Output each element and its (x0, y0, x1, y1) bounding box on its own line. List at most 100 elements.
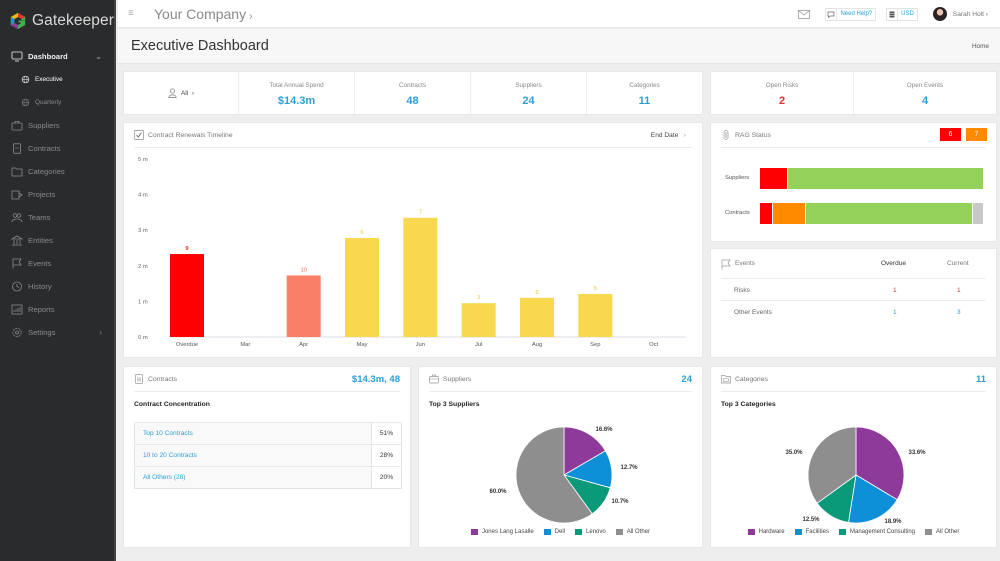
sidebar-item-dashboard[interactable]: Dashboard ⌄ (0, 45, 114, 68)
kpi-label: Open Risks (765, 82, 799, 89)
rag-segment[interactable] (760, 168, 788, 189)
rag-row-label: Suppliers (725, 175, 750, 181)
logo[interactable]: Gatekeeper (0, 0, 114, 42)
rag-segment[interactable] (773, 203, 806, 224)
legend-item[interactable]: Hardware (747, 529, 785, 535)
document-icon (11, 143, 23, 154)
legend-item[interactable]: Lenovo (575, 529, 606, 535)
sidebar-item-contracts[interactable]: Contracts (0, 137, 114, 160)
report-icon (11, 304, 23, 315)
kpi-suppliers[interactable]: Suppliers 24 (471, 72, 587, 114)
briefcase-icon (11, 120, 23, 131)
suppliers-card: Suppliers 24 Top 3 Suppliers 16.6% 12.7% 1… (418, 366, 703, 548)
currency-button[interactable]: USD (886, 7, 918, 21)
section-title: Top 3 Categories (721, 401, 776, 408)
bar-aug[interactable] (520, 297, 554, 337)
sidebar-item-events[interactable]: Events (0, 252, 114, 275)
kpi-open-risks[interactable]: Open Risks 2 (711, 72, 854, 114)
legend-item[interactable]: Jones Lang Lasalle (470, 529, 534, 535)
overdue-count[interactable]: 1 (893, 287, 897, 294)
menu-toggle-icon[interactable]: ≡ (128, 8, 138, 19)
legend-swatch (543, 529, 551, 535)
kpi-filter[interactable]: All › (124, 72, 239, 114)
legend-item[interactable]: Management Consulting (838, 529, 915, 535)
help-button[interactable]: Need Help? (825, 7, 877, 21)
x-tick-label: Oct (649, 342, 658, 348)
rag-bar-contracts[interactable] (760, 203, 983, 224)
sidebar-item-executive[interactable]: Executive (0, 68, 114, 91)
legend-item[interactable]: Dell (543, 529, 565, 535)
bar-data-label: 7 (419, 210, 422, 216)
kpi-value: 24 (522, 95, 535, 107)
bar-jun[interactable] (403, 217, 438, 337)
mail-icon[interactable] (798, 9, 811, 19)
y-tick-label: 0 m (138, 335, 148, 341)
sidebar-item-suppliers[interactable]: Suppliers (0, 114, 114, 137)
events-row[interactable]: Other Events 1 3 (721, 301, 986, 323)
bar-overdue[interactable] (170, 254, 204, 337)
sidebar-item-projects[interactable]: Projects (0, 183, 114, 206)
legend-label: Hardware (758, 529, 785, 535)
x-tick-label: Sep (590, 342, 600, 348)
kpi-contracts[interactable]: Contracts 48 (355, 72, 471, 114)
x-tick-label: Apr (299, 342, 308, 348)
rag-badge[interactable]: 7 (966, 128, 987, 141)
sidebar-item-settings[interactable]: Settings › (0, 321, 114, 344)
kpi-categories[interactable]: Categories 11 (587, 72, 702, 114)
current-count[interactable]: 1 (957, 287, 961, 294)
sidebar-item-label: Entities (28, 236, 53, 245)
rag-segment[interactable] (760, 203, 774, 224)
pie-slice-label: 35.0% (785, 450, 803, 456)
rag-segment[interactable] (787, 168, 983, 189)
card-value: 11 (975, 373, 986, 385)
company-switcher[interactable]: Your Company › (154, 6, 252, 22)
kpi-total-spend[interactable]: Total Annual Spend $14.3m (239, 72, 355, 114)
avatar[interactable] (932, 7, 947, 21)
breadcrumb-home[interactable]: Home (972, 43, 989, 50)
bar-jul[interactable] (461, 303, 496, 337)
gear-icon (11, 327, 23, 338)
sidebar-item-label: Reports (28, 305, 55, 314)
sort-end-date-button[interactable]: End Date › (651, 132, 686, 139)
categories-card: Categories 11 Top 3 Categories 33.6% 18.9… (710, 366, 997, 548)
rag-bar-suppliers[interactable] (760, 168, 983, 189)
sidebar-item-entities[interactable]: Entities (0, 229, 114, 252)
events-card: Events Overdue Current Risks 1 1 Other Even… (710, 248, 997, 358)
concentration-link[interactable]: All Others (28) (134, 466, 372, 489)
legend-item[interactable]: All Other (925, 529, 959, 535)
concentration-link[interactable]: 10 to 20 Contracts (134, 444, 372, 467)
concentration-link[interactable]: Top 10 Contracts (134, 422, 372, 445)
kpi-value: 48 (406, 95, 419, 107)
rag-badge[interactable]: 6 (940, 128, 961, 141)
bar-sep[interactable] (578, 293, 613, 337)
sidebar-item-history[interactable]: History (0, 275, 114, 298)
legend-swatch (615, 529, 623, 535)
overdue-count[interactable]: 1 (893, 309, 897, 316)
traffic-light-icon (723, 130, 729, 140)
bar-data-label: 3 (477, 295, 480, 301)
sidebar-item-teams[interactable]: Teams (0, 206, 114, 229)
chevron-down-icon: ⌄ (95, 52, 102, 61)
bar-apr[interactable] (286, 275, 321, 337)
rag-segment[interactable] (972, 203, 983, 224)
legend-item[interactable]: Facilities (794, 529, 829, 535)
renewals-card: Contract Renewals Timeline End Date › 0 … (123, 122, 703, 358)
card-title: Contract Renewals Timeline (148, 131, 233, 139)
user-icon (168, 88, 177, 98)
y-tick-label: 4 m (138, 193, 148, 199)
legend-item[interactable]: All Other (615, 529, 650, 535)
events-row[interactable]: Risks 1 1 (721, 279, 986, 301)
rag-segment[interactable] (805, 203, 973, 224)
current-count[interactable]: 3 (957, 309, 961, 316)
kpi-open-events[interactable]: Open Events 4 (854, 72, 996, 114)
bar-may[interactable] (345, 238, 379, 337)
legend-swatch (470, 529, 478, 535)
column-header-current: Current (947, 260, 969, 267)
sidebar-item-reports[interactable]: Reports (0, 298, 114, 321)
sidebar-item-quarterly[interactable]: Quarterly (0, 91, 114, 114)
sidebar-item-categories[interactable]: Categories (0, 160, 114, 183)
chevron-right-icon: › (985, 10, 988, 18)
bar-data-label: 6 (360, 230, 363, 236)
user-menu[interactable]: Sarah Holt › (953, 11, 988, 18)
table-row: Top 10 Contracts 51% (134, 422, 402, 445)
